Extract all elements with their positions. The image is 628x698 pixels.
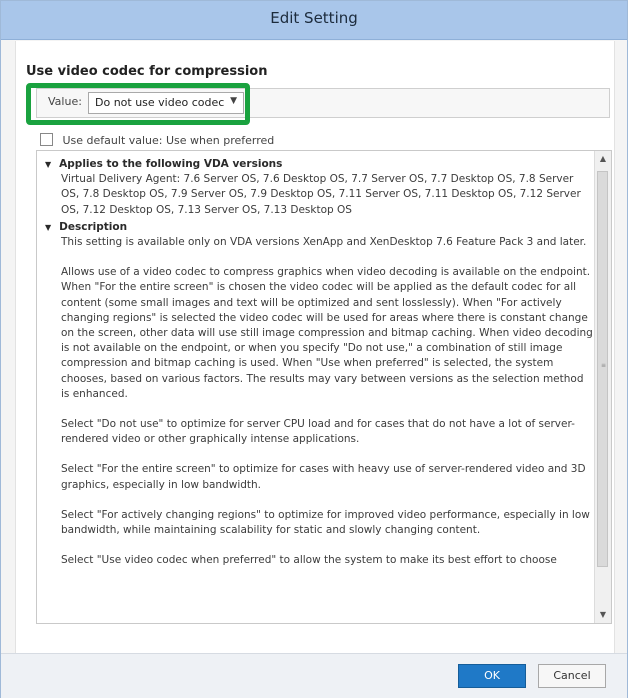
cancel-button[interactable]: Cancel — [538, 664, 606, 688]
scrollbar-thumb[interactable]: ≡ — [597, 171, 608, 567]
applies-text: Virtual Delivery Agent: 7.6 Server OS, 7… — [61, 173, 581, 216]
description-paragraph: Select "Do not use" to optimize for serv… — [61, 418, 575, 446]
grip-icon: ≡ — [601, 362, 607, 369]
title-bar[interactable]: Edit Setting — [1, 1, 627, 40]
collapse-triangle-icon: ▼ — [45, 160, 52, 169]
use-default-checkbox[interactable] — [40, 133, 53, 146]
applies-title: Applies to the following VDA versions — [59, 158, 283, 170]
details-panel: ▼ Applies to the following VDA versions V… — [36, 150, 612, 624]
scroll-up-arrow-icon[interactable]: ▲ — [595, 151, 611, 167]
description-paragraph: Allows use of a video codec to compress … — [61, 266, 593, 400]
description-title: Description — [59, 220, 128, 233]
value-dropdown[interactable]: Do not use video codec ▼ — [88, 92, 244, 114]
chevron-down-icon: ▼ — [230, 96, 237, 106]
applies-section-header[interactable]: ▼ Applies to the following VDA versions — [45, 157, 593, 172]
description-paragraph: Select "Use video codec when preferred" … — [61, 554, 557, 567]
dialog-title: Edit Setting — [270, 9, 358, 27]
dialog-footer — [1, 653, 627, 698]
use-default-label: Use default value: Use when preferred — [62, 134, 275, 147]
collapse-triangle-icon: ▼ — [45, 222, 52, 232]
description-paragraph: Select "For the entire screen" to optimi… — [61, 463, 586, 491]
details-content: ▼ Applies to the following VDA versions V… — [45, 157, 593, 619]
description-paragraph: This setting is available only on VDA ve… — [61, 236, 587, 249]
vertical-scrollbar[interactable]: ▲ ≡ ▼ — [594, 151, 611, 623]
value-label: Value: — [48, 95, 82, 108]
scroll-down-arrow-icon[interactable]: ▼ — [595, 607, 611, 623]
value-dropdown-selected: Do not use video codec — [95, 96, 225, 109]
description-paragraph: Select "For actively changing regions" t… — [61, 508, 590, 537]
ok-button[interactable]: OK — [458, 664, 526, 688]
use-default-row[interactable]: Use default value: Use when preferred — [40, 133, 274, 147]
setting-heading: Use video codec for compression — [26, 64, 268, 79]
description-section-header[interactable]: ▼ Description — [45, 220, 593, 235]
